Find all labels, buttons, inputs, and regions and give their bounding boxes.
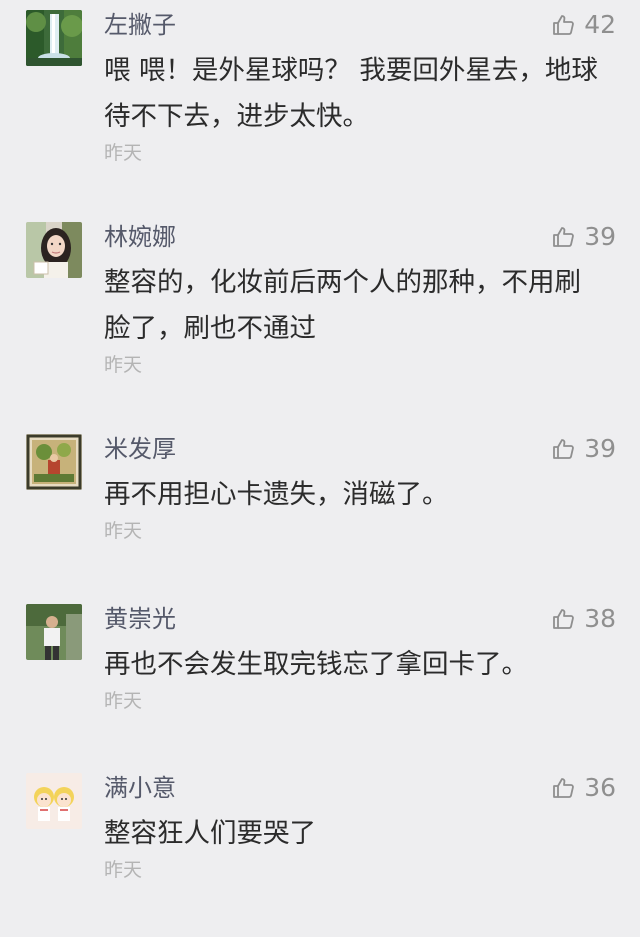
woman-photo-avatar[interactable] [26, 222, 82, 278]
comment-text: 整容狂人们要哭了 [104, 818, 316, 849]
like-button[interactable]: 39 [552, 222, 616, 252]
comment-item: 左撇子 42 喂 喂！是外星球吗？ 我要回外星去，地球待不下去，进步太快。 昨天 [0, 4, 640, 174]
like-button[interactable]: 36 [552, 773, 616, 803]
like-count: 38 [584, 604, 616, 633]
thumbs-up-icon [552, 225, 576, 249]
comment-text: 整容的，化妆前后两个人的那种，不用刷脸了，刷也不通过 [104, 267, 581, 344]
waterfall-avatar[interactable] [26, 10, 82, 66]
comment-text: 喂 喂！是外星球吗？ 我要回外星去，地球待不下去，进步太快。 [104, 55, 598, 132]
thumbs-up-icon [552, 13, 576, 37]
comment-text: 再也不会发生取完钱忘了拿回卡了。 [104, 649, 528, 680]
like-count: 39 [584, 222, 616, 251]
thumbs-up-icon [552, 437, 576, 461]
like-count: 36 [584, 773, 616, 802]
cartoon-avatar[interactable] [26, 773, 82, 829]
painting-avatar[interactable] [26, 434, 82, 490]
comment-time: 昨天 [104, 142, 143, 164]
author-name[interactable]: 林婉娜 [104, 222, 176, 252]
author-name[interactable]: 米发厚 [104, 434, 176, 464]
comment-time: 昨天 [104, 520, 143, 542]
thumbs-up-icon [552, 607, 576, 631]
like-button[interactable]: 38 [552, 604, 616, 634]
like-count: 39 [584, 434, 616, 463]
comment-time: 昨天 [104, 354, 143, 376]
like-count: 42 [584, 10, 616, 39]
comment-item: 米发厚 39 再不用担心卡遗失，消磁了。 昨天 [0, 428, 640, 598]
author-name[interactable]: 满小意 [104, 773, 176, 803]
like-button[interactable]: 42 [552, 10, 616, 40]
comment-time: 昨天 [104, 690, 143, 712]
man-photo-avatar[interactable] [26, 604, 82, 660]
comment-item: 林婉娜 39 整容的，化妆前后两个人的那种，不用刷脸了，刷也不通过 昨天 [0, 216, 640, 386]
like-button[interactable]: 39 [552, 434, 616, 464]
author-name[interactable]: 左撇子 [104, 10, 176, 40]
author-name[interactable]: 黄崇光 [104, 604, 176, 634]
comment-item: 黄崇光 38 再也不会发生取完钱忘了拿回卡了。 昨天 [0, 598, 640, 768]
comment-time: 昨天 [104, 859, 143, 881]
comment-list: 左撇子 42 喂 喂！是外星球吗？ 我要回外星去，地球待不下去，进步太快。 昨天 [0, 0, 640, 893]
thumbs-up-icon [552, 776, 576, 800]
comment-text: 再不用担心卡遗失，消磁了。 [104, 479, 449, 510]
comment-item: 满小意 36 整容狂人们要哭了 昨天 [0, 767, 640, 937]
